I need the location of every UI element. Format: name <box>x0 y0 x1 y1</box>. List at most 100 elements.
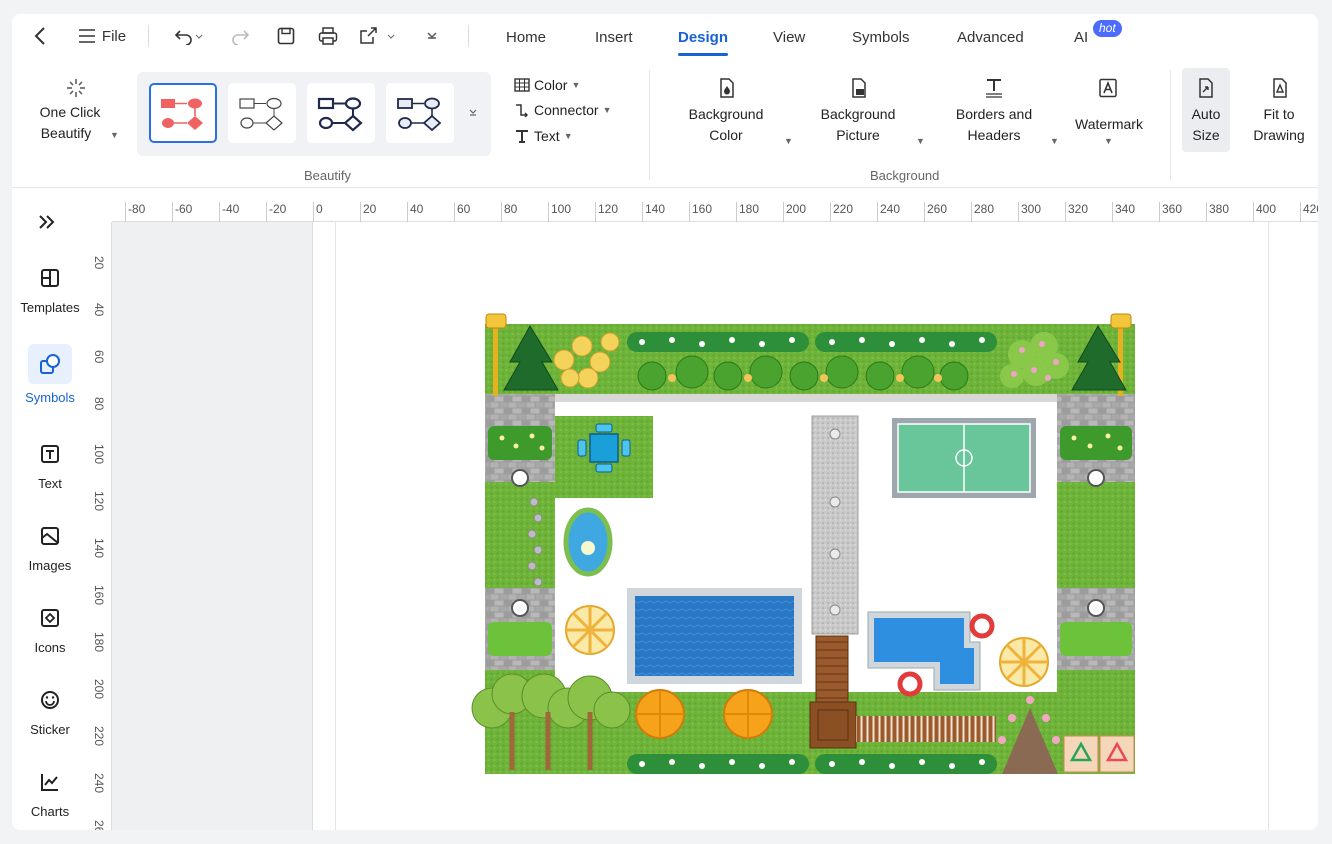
divider <box>148 25 149 47</box>
connector-label: Connector <box>534 102 599 118</box>
ruler-tick-label: 100 <box>92 444 106 465</box>
drawing-canvas[interactable] <box>112 222 1318 830</box>
ruler-tick-label: 260 <box>923 202 948 222</box>
fit-drawing-label-1: Fit to <box>1263 106 1295 122</box>
ruler-tick-label: 40 <box>92 303 106 317</box>
icons-icon <box>41 609 59 627</box>
ruler-tick-label: 120 <box>594 202 619 222</box>
back-icon[interactable] <box>28 20 52 52</box>
text-style-button[interactable]: Text ▼ <box>514 128 573 144</box>
background-picture-button[interactable]: Background Picture ▼ <box>812 78 928 158</box>
undo-icon <box>174 30 203 45</box>
chevron-double-right-icon <box>39 215 55 229</box>
expand-panel-button[interactable] <box>38 214 56 235</box>
ruler-tick-label: 140 <box>92 538 106 559</box>
sidebar-item-label: Sticker <box>30 722 70 737</box>
chevron-down-icon: ▼ <box>110 130 119 140</box>
one-click-label-2: Beautify <box>40 125 92 141</box>
sidebar-item-text[interactable]: Text <box>12 438 88 491</box>
flowchart-style-icon <box>161 98 203 130</box>
ruler-tick-label: -40 <box>218 202 240 222</box>
color-button[interactable]: Color ▼ <box>514 77 580 93</box>
divider <box>468 25 469 47</box>
ruler-tick-label: 60 <box>453 202 471 222</box>
sidebar-item-templates[interactable]: Templates <box>12 262 88 315</box>
watermark-button[interactable]: Watermark ▼ <box>1064 78 1154 158</box>
auto-size-label-2: Size <box>1192 127 1220 143</box>
ruler-tick-label: 100 <box>547 202 572 222</box>
tab-symbols[interactable]: Symbols <box>852 23 910 53</box>
chevron-double-down-icon <box>469 109 477 116</box>
tab-design[interactable]: Design <box>678 23 729 56</box>
tab-view[interactable]: View <box>773 23 805 53</box>
tab-home[interactable]: Home <box>506 23 546 53</box>
chevron-down-icon: ▼ <box>916 136 925 146</box>
borders-headers-button[interactable]: Borders and Headers ▼ <box>942 78 1062 158</box>
charts-icon <box>41 774 58 791</box>
vertical-ruler: 20 40 60 80 100 120 140 160 180 200 220 240 260 <box>88 222 112 830</box>
ruler-tick-label: 220 <box>92 726 106 747</box>
text-underline-icon <box>986 79 1002 98</box>
ruler-tick-label: 420 <box>1299 202 1318 222</box>
print-button[interactable] <box>315 20 341 52</box>
watermark-icon <box>1099 78 1117 98</box>
sidebar-item-label: Symbols <box>25 390 75 405</box>
garden-plan-drawing[interactable] <box>112 222 1318 830</box>
layout-style-1[interactable] <box>149 83 217 143</box>
tab-ai[interactable]: AI <box>1074 23 1088 53</box>
sidebar-item-sticker[interactable]: Sticker <box>12 684 88 737</box>
more-tools-button[interactable] <box>422 20 442 52</box>
sticker-icon <box>41 691 59 709</box>
tab-advanced[interactable]: Advanced <box>957 23 1024 53</box>
background-color-button[interactable]: Background Color ▼ <box>680 78 796 158</box>
chevron-down-icon: ▼ <box>1104 136 1113 146</box>
fit-to-drawing-button[interactable]: Fit to Drawing <box>1246 68 1312 152</box>
chevron-down-icon: ▼ <box>784 136 793 146</box>
one-click-beautify-button[interactable]: One Click Beautify ▼ <box>26 78 126 158</box>
app-window: File Home Insert Design View Symbols Adv… <box>12 14 1318 830</box>
save-button[interactable] <box>274 20 298 52</box>
sidebar-item-charts[interactable]: Charts <box>12 766 88 819</box>
ruler-tick-label: 80 <box>500 202 518 222</box>
ruler-tick-label: 0 <box>313 202 323 222</box>
ruler-tick-label: 160 <box>688 202 713 222</box>
sidebar-item-images[interactable]: Images <box>12 520 88 573</box>
ruler-tick-label: -20 <box>265 202 287 222</box>
chevron-down-icon: ▼ <box>602 105 612 115</box>
divider <box>649 70 650 180</box>
sidebar-item-label: Charts <box>30 804 70 819</box>
one-click-label-1: One Click <box>39 104 101 120</box>
file-menu-button[interactable]: File <box>72 20 132 52</box>
ruler-tick-label: 380 <box>1205 202 1230 222</box>
layout-style-2[interactable] <box>228 83 296 143</box>
undo-button[interactable] <box>172 20 206 52</box>
images-icon <box>41 527 59 545</box>
background-group-title: Background <box>870 168 940 183</box>
chevron-down-icon: ▼ <box>563 131 573 141</box>
ruler-tick-label: 360 <box>1158 202 1183 222</box>
layout-style-4[interactable] <box>386 83 454 143</box>
ruler-tick-label: 300 <box>1017 202 1042 222</box>
text-icon <box>41 445 59 463</box>
tab-insert[interactable]: Insert <box>595 23 633 53</box>
chevron-down-icon: ▼ <box>1050 136 1059 146</box>
templates-icon <box>41 269 59 287</box>
print-icon <box>318 27 338 45</box>
sidebar-item-label: Templates <box>20 300 80 315</box>
connector-icon <box>516 104 529 117</box>
fit-drawing-icon <box>1273 78 1287 98</box>
layout-style-3[interactable] <box>307 83 375 143</box>
connector-button[interactable]: Connector ▼ <box>514 102 612 118</box>
redo-icon <box>232 30 250 45</box>
gallery-more-button[interactable] <box>468 106 478 124</box>
ruler-tick-label: 240 <box>876 202 901 222</box>
flowchart-style-icon <box>317 97 363 132</box>
auto-size-button[interactable]: Auto Size <box>1182 68 1230 152</box>
sidebar-item-symbols[interactable]: Symbols <box>12 344 88 405</box>
export-button[interactable] <box>358 20 400 52</box>
sidebar-item-icons[interactable]: Icons <box>12 602 88 655</box>
menu-bar: File Home Insert Design View Symbols Adv… <box>12 14 1318 58</box>
redo-button[interactable] <box>230 20 252 52</box>
ribbon: One Click Beautify ▼ Beautify Color ▼ Co… <box>12 60 1318 188</box>
ruler-tick-label: 240 <box>92 773 106 794</box>
